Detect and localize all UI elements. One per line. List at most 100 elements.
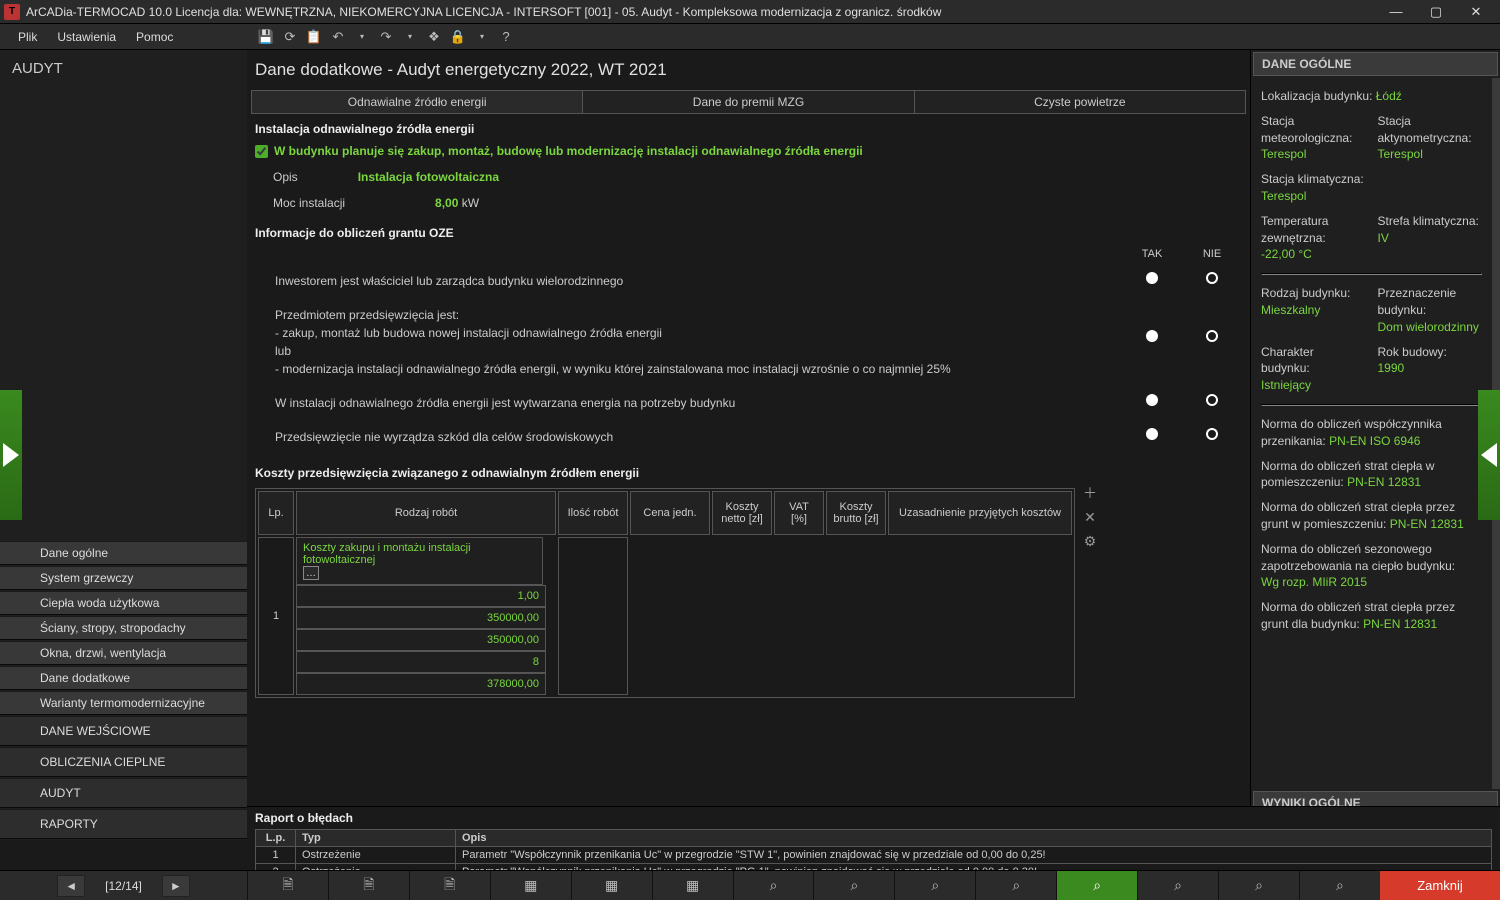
fbtn-5[interactable]: ▦ (571, 871, 652, 900)
lock-dropdown-icon[interactable]: ▾ (471, 26, 493, 48)
tab-mzg[interactable]: Dane do premii MZG (583, 91, 914, 113)
th-netto: Koszty netto [zł] (712, 491, 772, 535)
fbtn-9[interactable]: ⌕ (894, 871, 975, 900)
pager-prev[interactable]: ◄ (57, 875, 85, 897)
nav-sciany[interactable]: Ściany, stropy, stropodachy (0, 616, 247, 640)
error-row-1[interactable]: 1 Ostrzeżenie Parametr "Współczynnik prz… (256, 847, 1492, 864)
fbtn-3[interactable]: 🗎 (409, 871, 490, 900)
window-close-button[interactable]: ✕ (1456, 0, 1496, 24)
cell-ilosc[interactable]: 1,00 (296, 585, 546, 607)
nav-okna[interactable]: Okna, drzwi, wentylacja (0, 641, 247, 665)
q1-tak-radio[interactable] (1146, 272, 1158, 284)
przez-v: Dom wielorodzinny (1378, 320, 1479, 334)
nav-system-grzewczy[interactable]: System grzewczy (0, 566, 247, 590)
n5-v: PN-EN 12831 (1363, 617, 1437, 631)
refresh-icon[interactable]: ⟳ (279, 26, 301, 48)
tab-oze[interactable]: Odnawialne źródło energii (252, 91, 583, 113)
section-instalacja: Instalacja odnawialnego źródła energii (255, 118, 1242, 140)
th-brutto: Koszty brutto [zł] (826, 491, 886, 535)
fbtn-7[interactable]: ⌕ (733, 871, 814, 900)
fbtn-11-active[interactable]: ⌕ (1056, 871, 1137, 900)
title-bar: T ArCADia-TERMOCAD 10.0 Licencja dla: WE… (0, 0, 1500, 24)
menu-ustawienia[interactable]: Ustawienia (47, 24, 126, 50)
cell-netto: 350000,00 (296, 629, 546, 651)
copy-icon[interactable]: 📋 (303, 26, 325, 48)
pager-next[interactable]: ► (162, 875, 190, 897)
undo-dropdown-icon[interactable]: ▾ (351, 26, 373, 48)
checkbox-planuje-label: W budynku planuje się zakup, montaż, bud… (274, 144, 863, 158)
smet-l: Stacja meteorologiczna: (1261, 114, 1352, 145)
tab-czyste[interactable]: Czyste powietrze (915, 91, 1245, 113)
nav-warianty[interactable]: Warianty termomodernizacyjne (0, 691, 247, 715)
q3-tak-radio[interactable] (1146, 394, 1158, 406)
char-l: Charakter budynku: (1261, 345, 1314, 376)
save-icon[interactable]: 💾 (255, 26, 277, 48)
delete-row-icon[interactable]: ✕ (1081, 508, 1099, 526)
q3-nie-radio[interactable] (1206, 394, 1218, 406)
sakt-l: Stacja aktynometryczna: (1378, 114, 1472, 145)
n3-v: PN-EN 12831 (1390, 517, 1464, 531)
cell-rodzaj[interactable]: Koszty zakupu i montażu instalacji fotow… (296, 537, 543, 585)
minimize-button[interactable]: — (1376, 0, 1416, 24)
cell-vat[interactable]: 8 (296, 651, 546, 673)
fbtn-6[interactable]: ▦ (652, 871, 733, 900)
nav-cwu[interactable]: Ciepła woda użytkowa (0, 591, 247, 615)
fbtn-13[interactable]: ⌕ (1218, 871, 1299, 900)
side-arrow-left[interactable] (0, 390, 22, 520)
err-h-opis: Opis (456, 830, 1492, 847)
layers-icon[interactable]: ❖ (423, 26, 445, 48)
q1-nie-radio[interactable] (1206, 272, 1218, 284)
cell-uzas[interactable] (558, 537, 628, 695)
footer-bar: ◄ [12/14] ► 🗎 🗎 🗎 ▦ ▦ ▦ ⌕ ⌕ ⌕ ⌕ ⌕ ⌕ ⌕ ⌕ … (0, 870, 1500, 900)
toolbar: 💾 ⟳ 📋 ↶ ▾ ↷ ▾ ❖ 🔒 ▾ ? (255, 26, 517, 48)
settings-row-icon[interactable]: ⚙ (1081, 532, 1099, 550)
tabs: Odnawialne źródło energii Dane do premii… (251, 90, 1246, 114)
nav-dane-dodatkowe[interactable]: Dane dodatkowe (0, 666, 247, 690)
fbtn-4[interactable]: ▦ (490, 871, 571, 900)
fbtn-14[interactable]: ⌕ (1299, 871, 1380, 900)
nav-head-audyt[interactable]: AUDYT (0, 778, 247, 808)
right-head-dane-ogolne[interactable]: DANE OGÓLNE (1253, 52, 1498, 76)
add-row-icon[interactable]: ＋ (1081, 484, 1099, 502)
temp-v: -22,00 °C (1261, 247, 1312, 261)
q2-tak-radio[interactable] (1146, 330, 1158, 342)
th-cena: Cena jedn. (630, 491, 710, 535)
right-body: Lokalizacja budynku: Łódź Stacja meteoro… (1251, 78, 1500, 789)
q2-nie-radio[interactable] (1206, 330, 1218, 342)
nav-head-dane-wejsciowe[interactable]: DANE WEJŚCIOWE (0, 716, 247, 746)
menu-plik[interactable]: Plik (8, 24, 47, 50)
fbtn-1[interactable]: 🗎 (247, 871, 328, 900)
redo-icon[interactable]: ↷ (375, 26, 397, 48)
cost-row-1[interactable]: 1 Koszty zakupu i montażu instalacji fot… (258, 537, 1072, 695)
opis-value[interactable]: Instalacja fotowoltaiczna (358, 170, 499, 184)
fbtn-8[interactable]: ⌕ (813, 871, 894, 900)
side-arrow-right[interactable] (1478, 390, 1500, 520)
nav-head-raporty[interactable]: RAPORTY (0, 809, 247, 839)
fbtn-12[interactable]: ⌕ (1137, 871, 1218, 900)
close-button[interactable]: Zamknij (1380, 871, 1500, 900)
error-report: Raport o błędach L.p. Typ Opis 1 Ostrzeż… (247, 806, 1500, 870)
rok-v: 1990 (1378, 361, 1405, 375)
undo-icon[interactable]: ↶ (327, 26, 349, 48)
th-ilosc: Ilość robót (558, 491, 628, 535)
maximize-button[interactable]: ▢ (1416, 0, 1456, 24)
lock-icon[interactable]: 🔒 (447, 26, 469, 48)
fbtn-10[interactable]: ⌕ (975, 871, 1056, 900)
fbtn-2[interactable]: 🗎 (328, 871, 409, 900)
q4-tak-radio[interactable] (1146, 428, 1158, 440)
menu-pomoc[interactable]: Pomoc (126, 24, 183, 50)
center-panel: Dane dodatkowe - Audyt energetyczny 2022… (247, 50, 1250, 840)
edit-rodzaj-button[interactable]: … (303, 566, 319, 580)
checkbox-planuje[interactable] (255, 145, 268, 158)
nav-dane-ogolne[interactable]: Dane ogólne (0, 541, 247, 565)
moc-label: Moc instalacji (273, 196, 345, 210)
nav-head-obliczenia[interactable]: OBLICZENIA CIEPLNE (0, 747, 247, 777)
redo-dropdown-icon[interactable]: ▾ (399, 26, 421, 48)
help-icon[interactable]: ? (495, 26, 517, 48)
form-panel: Instalacja odnawialnego źródła energii W… (247, 114, 1250, 840)
error-table: L.p. Typ Opis 1 Ostrzeżenie Parametr "Ws… (255, 829, 1492, 870)
q4-nie-radio[interactable] (1206, 428, 1218, 440)
moc-value[interactable]: 8,00 (435, 196, 458, 210)
cell-cena[interactable]: 350000,00 (296, 607, 546, 629)
temp-l: Temperatura zewnętrzna: (1261, 214, 1328, 245)
